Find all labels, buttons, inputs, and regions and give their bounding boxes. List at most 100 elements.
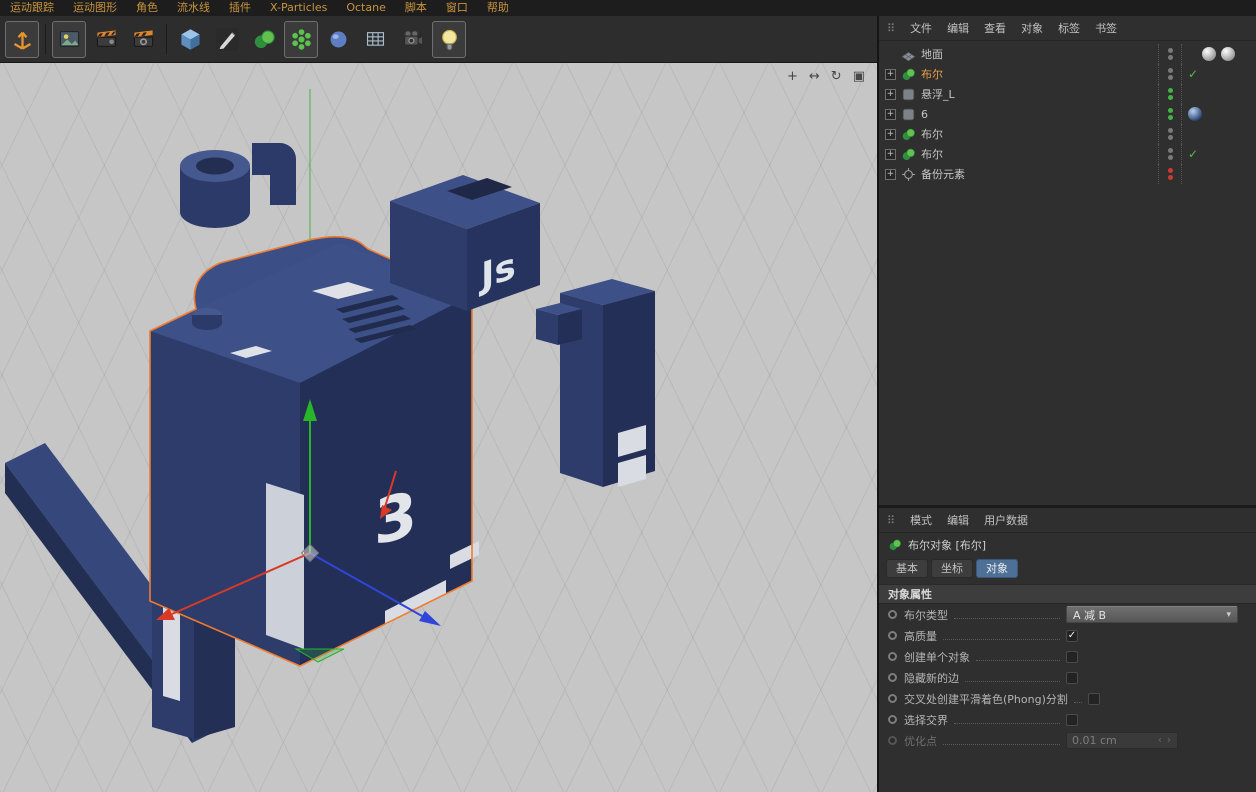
deformer-button[interactable]: [321, 21, 355, 58]
viewport-column: 3 Js + ↔ ↻ ▣: [0, 16, 879, 792]
om-menu-file[interactable]: 文件: [910, 20, 932, 36]
menu-item-character[interactable]: 角色: [136, 0, 158, 16]
tag-area[interactable]: ✓: [1182, 144, 1256, 164]
panel-grip-icon[interactable]: ⠿: [887, 514, 895, 527]
render-view-button[interactable]: [52, 20, 86, 58]
visibility-dots[interactable]: [1158, 104, 1182, 124]
render-picture-viewer-button[interactable]: [89, 21, 123, 58]
expander-icon[interactable]: +: [885, 108, 896, 120]
pan-view-icon[interactable]: +: [787, 70, 798, 83]
object-row-boole-selected[interactable]: + 布尔 ✓: [879, 64, 1256, 84]
om-menu-bookmarks[interactable]: 书签: [1095, 20, 1117, 36]
render-settings-button[interactable]: [126, 21, 160, 58]
menu-item-pipeline[interactable]: 流水线: [177, 0, 210, 16]
expander-icon[interactable]: +: [885, 128, 896, 140]
keyframe-dot-icon[interactable]: [888, 736, 897, 745]
keyframe-dot-icon[interactable]: [888, 715, 897, 724]
expander-icon[interactable]: +: [885, 88, 896, 100]
visibility-dots[interactable]: [1158, 144, 1182, 164]
phong-break-checkbox[interactable]: [1087, 692, 1100, 705]
texture-tag-icon[interactable]: [1221, 47, 1235, 61]
menu-item-script[interactable]: 脚本: [405, 0, 427, 16]
toggle-view-icon[interactable]: ▣: [853, 70, 865, 83]
object-row-backup[interactable]: + 备份元素: [879, 164, 1256, 184]
cube-primitive-button[interactable]: [173, 21, 207, 58]
move-tool-button[interactable]: [5, 20, 39, 58]
light-button[interactable]: [432, 20, 466, 58]
menu-item-help[interactable]: 帮助: [487, 0, 509, 16]
panel-grip-icon[interactable]: ⠿: [887, 22, 895, 35]
object-name[interactable]: 地面: [921, 46, 1158, 62]
om-menu-tags[interactable]: 标签: [1058, 20, 1080, 36]
keyframe-dot-icon[interactable]: [888, 652, 897, 661]
single-object-checkbox[interactable]: [1066, 650, 1078, 663]
menu-item-motion-tracker[interactable]: 运动跟踪: [10, 0, 54, 16]
visibility-dots[interactable]: [1158, 84, 1182, 104]
object-row-boole-2[interactable]: + 布尔: [879, 124, 1256, 144]
texture-tag-icon[interactable]: [1202, 47, 1216, 61]
camera-button[interactable]: [395, 21, 429, 58]
texture-tag-icon[interactable]: [1188, 107, 1202, 121]
tag-area[interactable]: [1182, 104, 1256, 124]
am-menu-mode[interactable]: 模式: [910, 512, 932, 528]
object-name[interactable]: 布尔: [921, 146, 1158, 162]
hide-new-edges-checkbox[interactable]: [1066, 671, 1078, 684]
menu-item-window[interactable]: 窗口: [446, 0, 468, 16]
select-intersection-checkbox[interactable]: [1066, 713, 1078, 726]
object-name[interactable]: 布尔: [921, 126, 1158, 142]
expander-icon[interactable]: +: [885, 168, 896, 180]
rotate-view-icon[interactable]: ↻: [831, 70, 842, 83]
visibility-dots[interactable]: [1158, 124, 1182, 144]
tab-object[interactable]: 对象: [976, 559, 1018, 578]
property-high-quality: 高质量 ✓: [879, 625, 1256, 646]
menu-item-plugins[interactable]: 插件: [229, 0, 251, 16]
tag-area[interactable]: [1182, 164, 1256, 184]
visibility-dots[interactable]: [1158, 64, 1182, 84]
boole-type-dropdown[interactable]: A 减 B ▾: [1066, 606, 1238, 623]
high-quality-checkbox[interactable]: ✓: [1066, 629, 1078, 642]
keyframe-dot-icon[interactable]: [888, 694, 897, 703]
am-menu-userdata[interactable]: 用户数据: [984, 512, 1028, 528]
enabled-check-icon[interactable]: ✓: [1188, 68, 1198, 80]
array-grid-button[interactable]: [358, 21, 392, 58]
menu-item-mograph[interactable]: 运动图形: [73, 0, 117, 16]
boolean-generator-button[interactable]: [247, 21, 281, 58]
om-menu-edit[interactable]: 编辑: [947, 20, 969, 36]
tag-area[interactable]: [1182, 44, 1256, 64]
optimize-points-field[interactable]: 0.01 cm ‹ ›: [1066, 732, 1178, 749]
object-name[interactable]: 布尔: [921, 66, 1158, 82]
enabled-check-icon[interactable]: ✓: [1188, 148, 1198, 160]
visibility-dots[interactable]: [1158, 164, 1182, 184]
object-row-floor[interactable]: 地面: [879, 44, 1256, 64]
tag-area[interactable]: ✓: [1182, 64, 1256, 84]
object-row-six[interactable]: + 6: [879, 104, 1256, 124]
tab-basic[interactable]: 基本: [886, 559, 928, 578]
zoom-view-icon[interactable]: ↔: [809, 70, 820, 83]
stepper-arrows-icon[interactable]: ‹ ›: [1158, 735, 1172, 746]
toolbar: [0, 16, 877, 63]
section-object-properties[interactable]: 对象属性: [879, 584, 1256, 604]
om-menu-object[interactable]: 对象: [1021, 20, 1043, 36]
object-row-boole-3[interactable]: + 布尔 ✓: [879, 144, 1256, 164]
menu-item-octane[interactable]: Octane: [346, 0, 386, 16]
expander-icon[interactable]: +: [885, 148, 896, 160]
keyframe-dot-icon[interactable]: [888, 631, 897, 640]
tag-area[interactable]: [1182, 84, 1256, 104]
object-name[interactable]: 悬浮_L: [921, 86, 1158, 102]
viewport[interactable]: 3 Js + ↔ ↻ ▣: [0, 63, 877, 792]
object-row-floating-l[interactable]: + 悬浮_L: [879, 84, 1256, 104]
pen-spline-button[interactable]: [210, 21, 244, 58]
z-axis-arrowhead[interactable]: [419, 611, 441, 626]
keyframe-dot-icon[interactable]: [888, 673, 897, 682]
keyframe-dot-icon[interactable]: [888, 610, 897, 619]
mograph-array-button[interactable]: [284, 20, 318, 58]
object-name[interactable]: 6: [921, 108, 1158, 121]
om-menu-view[interactable]: 查看: [984, 20, 1006, 36]
menu-item-xparticles[interactable]: X-Particles: [270, 0, 327, 16]
object-name[interactable]: 备份元素: [921, 166, 1158, 182]
expander-icon[interactable]: +: [885, 68, 896, 80]
tab-coordinates[interactable]: 坐标: [931, 559, 973, 578]
am-menu-edit[interactable]: 编辑: [947, 512, 969, 528]
tag-area[interactable]: [1182, 124, 1256, 144]
visibility-dots[interactable]: [1158, 44, 1182, 64]
